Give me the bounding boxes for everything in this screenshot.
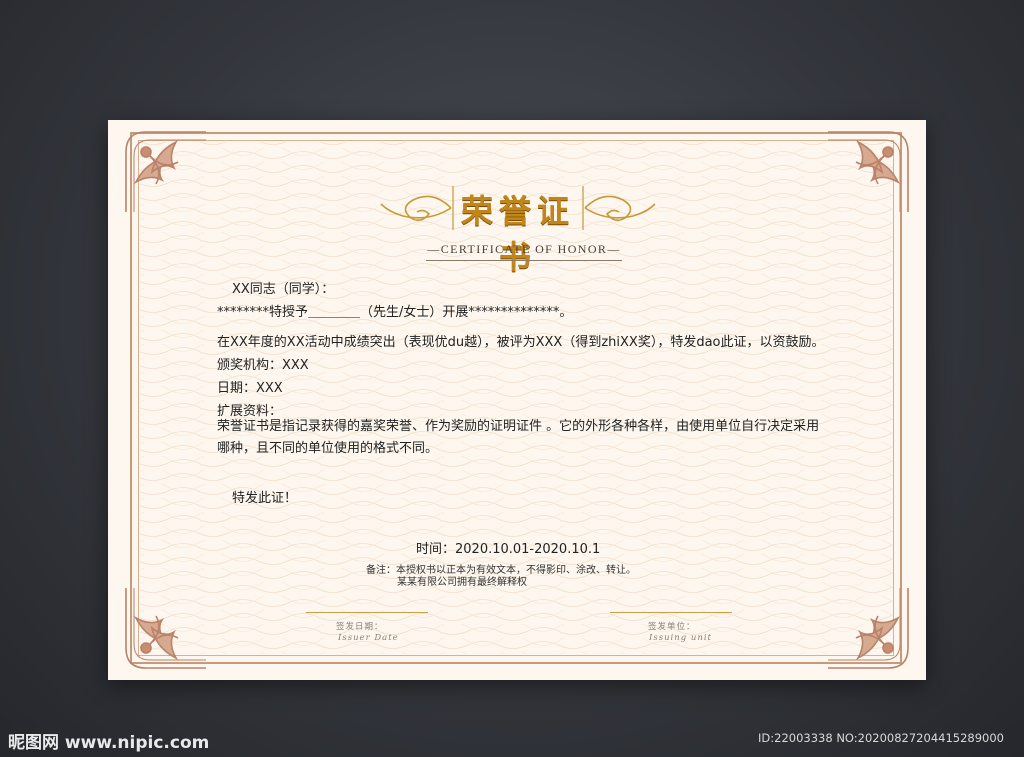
certificate-title: 荣誉证书 (460, 192, 575, 276)
sign-unit-label: 签发单位： (648, 622, 696, 632)
grant-line: ********特授予＿＿＿＿（先生/女士）开展**************。 (217, 305, 573, 320)
subtitle-text: CERTIFICATE OF HONOR (440, 242, 608, 256)
sign-unit-label-en: Issuing unit (649, 633, 712, 643)
achievement-line: 在XX年度的XX活动中成绩突出（表现优du越），被评为XXX（得到zhiXX奖）… (217, 335, 825, 350)
certificate-subtitle: —CERTIFICATE OF HONOR— (427, 242, 621, 256)
date-line: 日期：XXX (217, 381, 283, 396)
title-block: 荣誉证书 (373, 178, 663, 276)
subtitle-row: —CERTIFICATE OF HONOR— (426, 240, 622, 262)
note-line-2: 某某有限公司拥有最终解释权 (397, 577, 527, 588)
sign-date-line (306, 612, 428, 613)
time-line: 时间：2020.10.01-2020.10.1 (416, 542, 601, 557)
id-watermark: ID:22003338 NO:20200827204415289000 (758, 731, 1004, 745)
site-watermark: 昵图网 www.nipic.com (8, 733, 210, 753)
corner-ornament-icon (822, 582, 918, 678)
subtitle-divider (426, 260, 622, 261)
closing-line: 特发此证！ (232, 491, 298, 506)
issuer-line: 颁奖机构：XXX (217, 358, 309, 373)
corner-ornament-icon (116, 582, 212, 678)
sign-date-label-en: Issuer Date (338, 633, 399, 643)
sign-unit-line (610, 612, 732, 613)
certificate: 荣誉证书 —CERTIFICATE OF HONOR— XX同志（同学）： **… (108, 120, 926, 680)
salutation: XX同志（同学）： (232, 282, 335, 297)
description-paragraph: 荣誉证书是指记录获得的嘉奖荣誉、作为奖励的证明证件 。它的外形各种各样，由使用单… (217, 419, 820, 456)
corner-ornament-icon (822, 122, 918, 218)
sign-date-label: 签发日期： (336, 622, 384, 632)
corner-ornament-icon (116, 122, 212, 218)
